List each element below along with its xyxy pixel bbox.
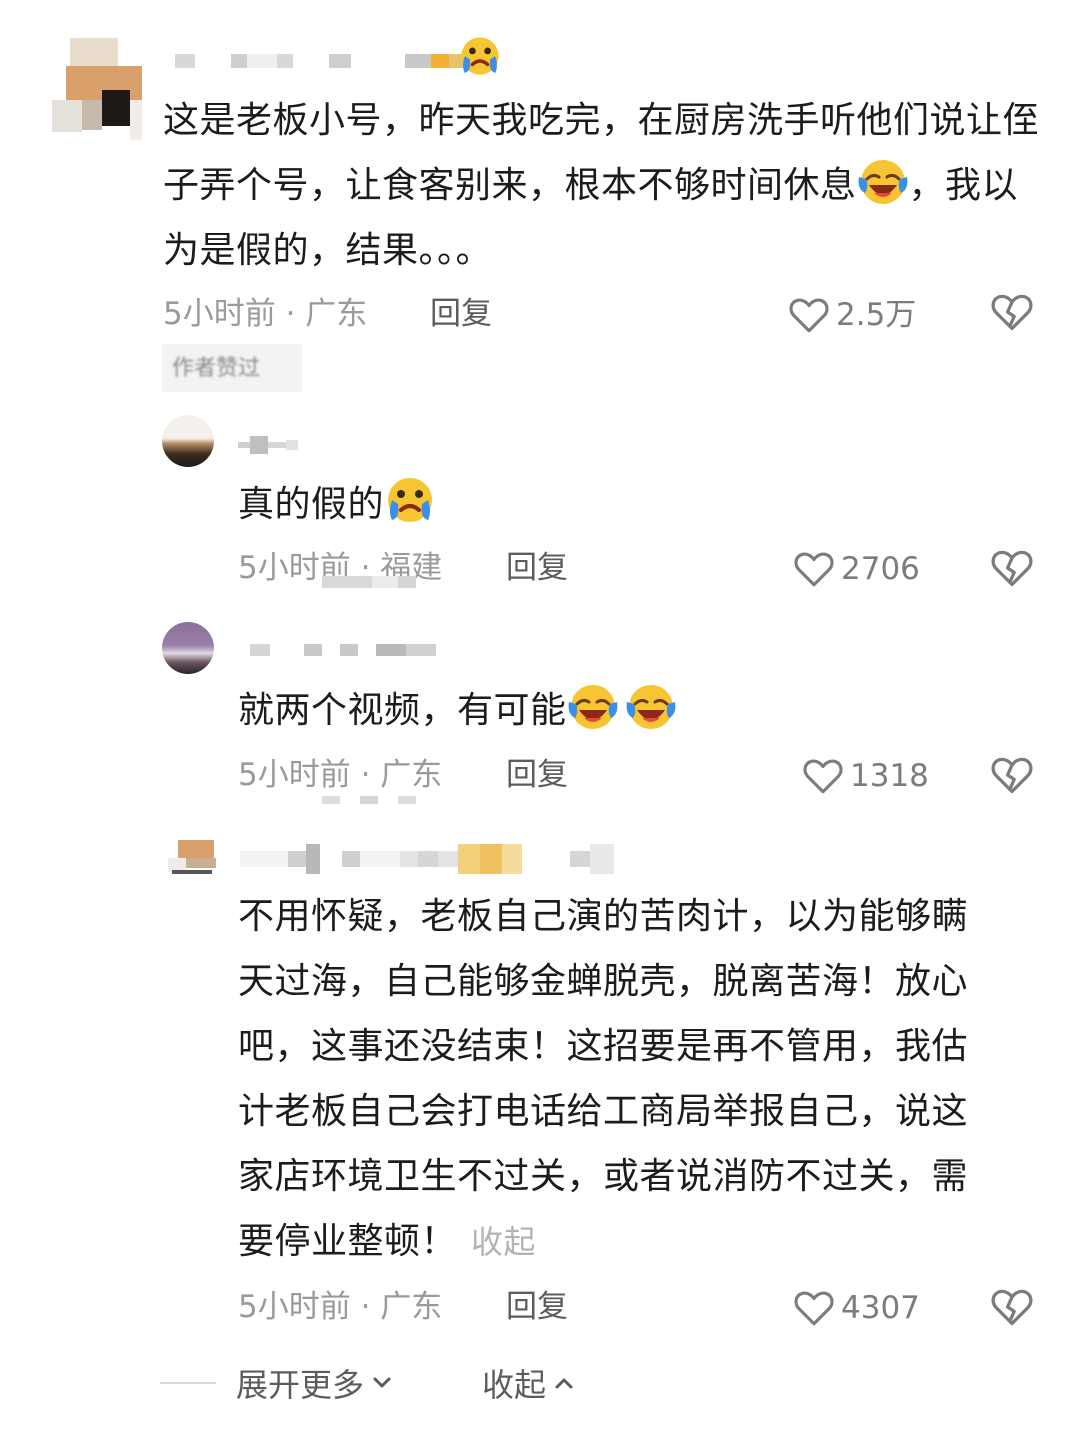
dislike-icon[interactable]: [990, 290, 1034, 334]
blur-overlay: [322, 576, 416, 588]
comment-time-location: 5小时前 · 广东: [163, 296, 368, 332]
laughing-crying-emoji-icon: [625, 680, 677, 732]
like-count: 2.5万: [836, 297, 917, 333]
username-blurred[interactable]: [250, 644, 436, 656]
laughing-crying-emoji-icon: [567, 680, 619, 732]
reply-button[interactable]: 回复: [430, 294, 492, 334]
comment-time-location: 5小时前 · 广东: [238, 757, 443, 793]
heart-icon: [793, 548, 835, 590]
avatar[interactable]: [52, 38, 144, 142]
username-blurred[interactable]: [240, 844, 614, 874]
username-blurred[interactable]: [238, 436, 298, 454]
avatar[interactable]: [162, 415, 214, 467]
reply-button[interactable]: 回复: [506, 548, 568, 588]
like-count: 1318: [850, 758, 929, 794]
author-liked-tag: 作者赞过: [162, 344, 302, 392]
blur-overlay: [322, 796, 416, 804]
comment-text: 这是老板小号，昨天我吃完，在厨房洗手听他们说让侄子弄个号，让食客别来，根本不够时…: [163, 100, 1040, 271]
collapse-text-link[interactable]: 收起: [471, 1223, 536, 1261]
like-button[interactable]: 2706: [793, 548, 920, 590]
heart-icon: [802, 755, 844, 797]
laughing-crying-emoji-icon: [857, 155, 909, 207]
dislike-icon[interactable]: [990, 546, 1034, 590]
comment-text: 不用怀疑，老板自己演的苦肉计，以为能够瞒 天过海，自己能够金蝉脱壳，脱离苦海！放…: [238, 896, 969, 1262]
expand-more-button[interactable]: 展开更多: [236, 1360, 396, 1406]
chevron-down-icon: [373, 1377, 391, 1388]
collapse-button[interactable]: 收起: [482, 1360, 578, 1406]
divider: [160, 1382, 216, 1384]
like-button[interactable]: 4307: [793, 1287, 920, 1329]
heart-icon: [788, 294, 830, 336]
avatar[interactable]: [168, 840, 218, 880]
avatar[interactable]: [162, 622, 214, 674]
like-button[interactable]: 1318: [802, 755, 929, 797]
chevron-up-icon: [555, 1378, 573, 1389]
badge-emoji-icon: [458, 34, 502, 78]
heart-icon: [793, 1287, 835, 1329]
dislike-icon[interactable]: [990, 1285, 1034, 1329]
comment-text: 就两个视频，有可能: [238, 678, 677, 743]
like-count: 4307: [841, 1290, 920, 1326]
reply-button[interactable]: 回复: [506, 755, 568, 795]
like-count: 2706: [841, 551, 920, 587]
dislike-icon[interactable]: [990, 753, 1034, 797]
crying-emoji-icon: [384, 474, 436, 526]
replies-footer: 展开更多 收起: [160, 1360, 578, 1406]
reply-button[interactable]: 回复: [506, 1287, 568, 1327]
comment-text: 真的假的: [238, 472, 436, 537]
username-blurred[interactable]: [175, 54, 467, 68]
like-button[interactable]: 2.5万: [788, 294, 916, 336]
comment-time-location: 5小时前 · 广东: [238, 1289, 443, 1325]
